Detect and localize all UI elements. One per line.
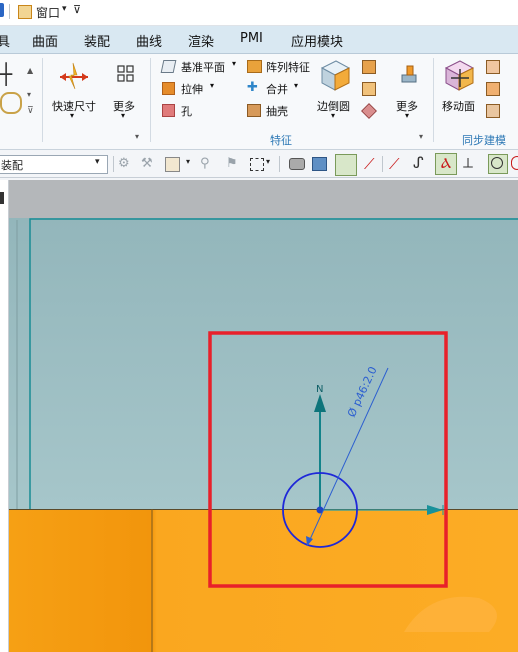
snap-center-glyph-icon bbox=[491, 157, 503, 169]
unite-icon[interactable]: ✚ bbox=[247, 81, 260, 94]
snap-quadrant-icon[interactable] bbox=[511, 156, 518, 170]
unite-label[interactable]: 合并 bbox=[266, 81, 288, 97]
snap-end-icon[interactable]: ⟋ bbox=[364, 155, 375, 173]
chevron-down-icon[interactable]: ▾ bbox=[95, 157, 100, 167]
snap-perpendicular-icon[interactable]: ⟂ bbox=[463, 154, 473, 172]
edge-blend-icon bbox=[320, 60, 351, 91]
group-expand-icon[interactable]: ▾ bbox=[135, 132, 139, 141]
extrude-label[interactable]: 拉伸 bbox=[181, 81, 203, 97]
datum-plane-icon[interactable] bbox=[160, 60, 177, 73]
separator bbox=[9, 4, 10, 19]
extrude-icon[interactable] bbox=[162, 82, 175, 95]
pattern-feature-icon[interactable] bbox=[247, 60, 262, 73]
quick-dimension-button[interactable]: 快速尺寸 ▾ bbox=[50, 58, 98, 122]
more-button-2[interactable]: 更多 ▾ bbox=[392, 58, 428, 122]
menu-item-application[interactable]: 应用模块 bbox=[291, 31, 343, 50]
group-label-feature: 特征 bbox=[270, 134, 292, 147]
window-menu[interactable]: 窗口 bbox=[36, 4, 60, 21]
axis-label-n: N bbox=[316, 384, 323, 395]
menu-item-curve[interactable]: 曲线 bbox=[136, 31, 162, 50]
snap-grid-icon[interactable] bbox=[335, 154, 357, 176]
more-feature-icon bbox=[401, 65, 417, 83]
menu-item-render[interactable]: 渲染 bbox=[188, 31, 214, 50]
dropdown-arrow-icon[interactable]: ▾ bbox=[266, 157, 270, 166]
viewport-background bbox=[9, 180, 518, 220]
shell-label[interactable]: 抽壳 bbox=[266, 103, 288, 119]
dropdown-arrow-icon[interactable]: ▾ bbox=[210, 81, 214, 90]
app-icon bbox=[0, 3, 4, 17]
menu-item-assembly[interactable]: 装配 bbox=[84, 31, 110, 50]
dropdown-arrow-icon[interactable]: ▾ bbox=[232, 59, 236, 68]
datum-plane-label[interactable]: 基准平面 bbox=[181, 59, 225, 75]
pattern-feature-label[interactable]: 阵列特征 bbox=[266, 59, 310, 75]
snap-midpoint-icon[interactable]: Ⲁ bbox=[435, 153, 457, 175]
separator bbox=[42, 58, 43, 142]
more-grid-icon bbox=[117, 65, 134, 82]
shell-icon[interactable] bbox=[247, 104, 261, 117]
menu-item-pmi[interactable]: PMI bbox=[240, 31, 263, 46]
dropdown-arrow-icon[interactable]: ▾ bbox=[331, 111, 335, 120]
quick-dimension-icon bbox=[60, 62, 88, 90]
group-expand-icon[interactable]: ▾ bbox=[419, 132, 423, 141]
select-edges-icon[interactable]: ⚲ bbox=[200, 156, 210, 171]
separator bbox=[433, 58, 434, 142]
draft-icon[interactable] bbox=[362, 82, 376, 96]
navigator-line bbox=[0, 192, 4, 204]
delete-face-icon[interactable] bbox=[486, 104, 500, 118]
dropdown-arrow-icon[interactable]: ▾ bbox=[294, 81, 298, 90]
separator bbox=[279, 156, 280, 172]
menu-item-tools[interactable]: 具 bbox=[0, 31, 10, 50]
separator bbox=[382, 156, 383, 172]
select-body-icon[interactable] bbox=[289, 158, 305, 170]
filter-combo[interactable]: 装配 ▾ bbox=[0, 155, 108, 174]
snap-curve-icon[interactable]: ᔑ bbox=[413, 154, 424, 172]
title-bar: 窗口 ▾ ⊽ bbox=[0, 0, 518, 26]
edge-blend-button[interactable]: 边倒圆 ▾ bbox=[314, 58, 356, 122]
select-solid-icon[interactable] bbox=[312, 157, 327, 171]
filter-combo-value: 装配 bbox=[1, 159, 23, 172]
separator bbox=[113, 156, 114, 172]
crosshair-icon[interactable]: ┼ bbox=[0, 62, 12, 86]
hole-icon[interactable] bbox=[162, 104, 175, 117]
offset-region-icon[interactable] bbox=[486, 82, 500, 96]
chamfer-icon[interactable] bbox=[362, 60, 376, 74]
solid-top-face[interactable] bbox=[9, 218, 518, 510]
move-face-button[interactable]: 移动面 bbox=[440, 58, 480, 122]
select-filter-icon[interactable]: ⚙ bbox=[118, 156, 130, 171]
move-face-icon bbox=[444, 60, 475, 91]
menu-bar: 具 曲面 装配 曲线 渲染 PMI 应用模块 bbox=[0, 26, 518, 54]
small-scroll-up-icon[interactable]: ▲ bbox=[27, 66, 33, 75]
move-face-label: 移动面 bbox=[442, 100, 475, 113]
point-on-face-icon[interactable] bbox=[165, 157, 180, 172]
small-dropdown-icon[interactable]: ▾ bbox=[27, 90, 31, 99]
pull-face-icon[interactable] bbox=[486, 60, 500, 74]
part-navigator-strip[interactable] bbox=[0, 180, 9, 652]
customize-qat-icon[interactable]: ⊽ bbox=[73, 3, 81, 16]
box-select-icon[interactable] bbox=[250, 158, 264, 171]
sketch-curve-icon[interactable] bbox=[0, 92, 22, 114]
model-view[interactable]: N Ø p46:2.0 bbox=[9, 180, 518, 652]
dropdown-arrow-icon[interactable]: ▾ bbox=[121, 111, 125, 120]
dropdown-arrow-icon[interactable]: ▾ bbox=[186, 157, 190, 166]
snap-line-icon[interactable]: ⟋ bbox=[389, 155, 400, 173]
hole-label[interactable]: 孔 bbox=[181, 103, 192, 119]
small-more-icon[interactable]: ⊽ bbox=[27, 106, 34, 116]
window-icon[interactable] bbox=[18, 5, 32, 19]
group-label-sync-modeling: 同步建模 bbox=[462, 134, 506, 147]
select-connected-icon[interactable]: ⚒ bbox=[141, 156, 153, 171]
menu-item-surface[interactable]: 曲面 bbox=[32, 31, 58, 50]
dropdown-arrow-icon[interactable]: ▾ bbox=[62, 4, 67, 14]
dropdown-arrow-icon[interactable]: ▾ bbox=[70, 111, 74, 120]
graphics-window[interactable]: N Ø p46:2.0 bbox=[9, 180, 518, 652]
select-feature-icon[interactable]: ⚑ bbox=[226, 156, 238, 171]
separator bbox=[150, 58, 151, 142]
more-button-1[interactable]: 更多 ▾ bbox=[106, 58, 144, 122]
dropdown-arrow-icon[interactable]: ▾ bbox=[405, 111, 409, 120]
